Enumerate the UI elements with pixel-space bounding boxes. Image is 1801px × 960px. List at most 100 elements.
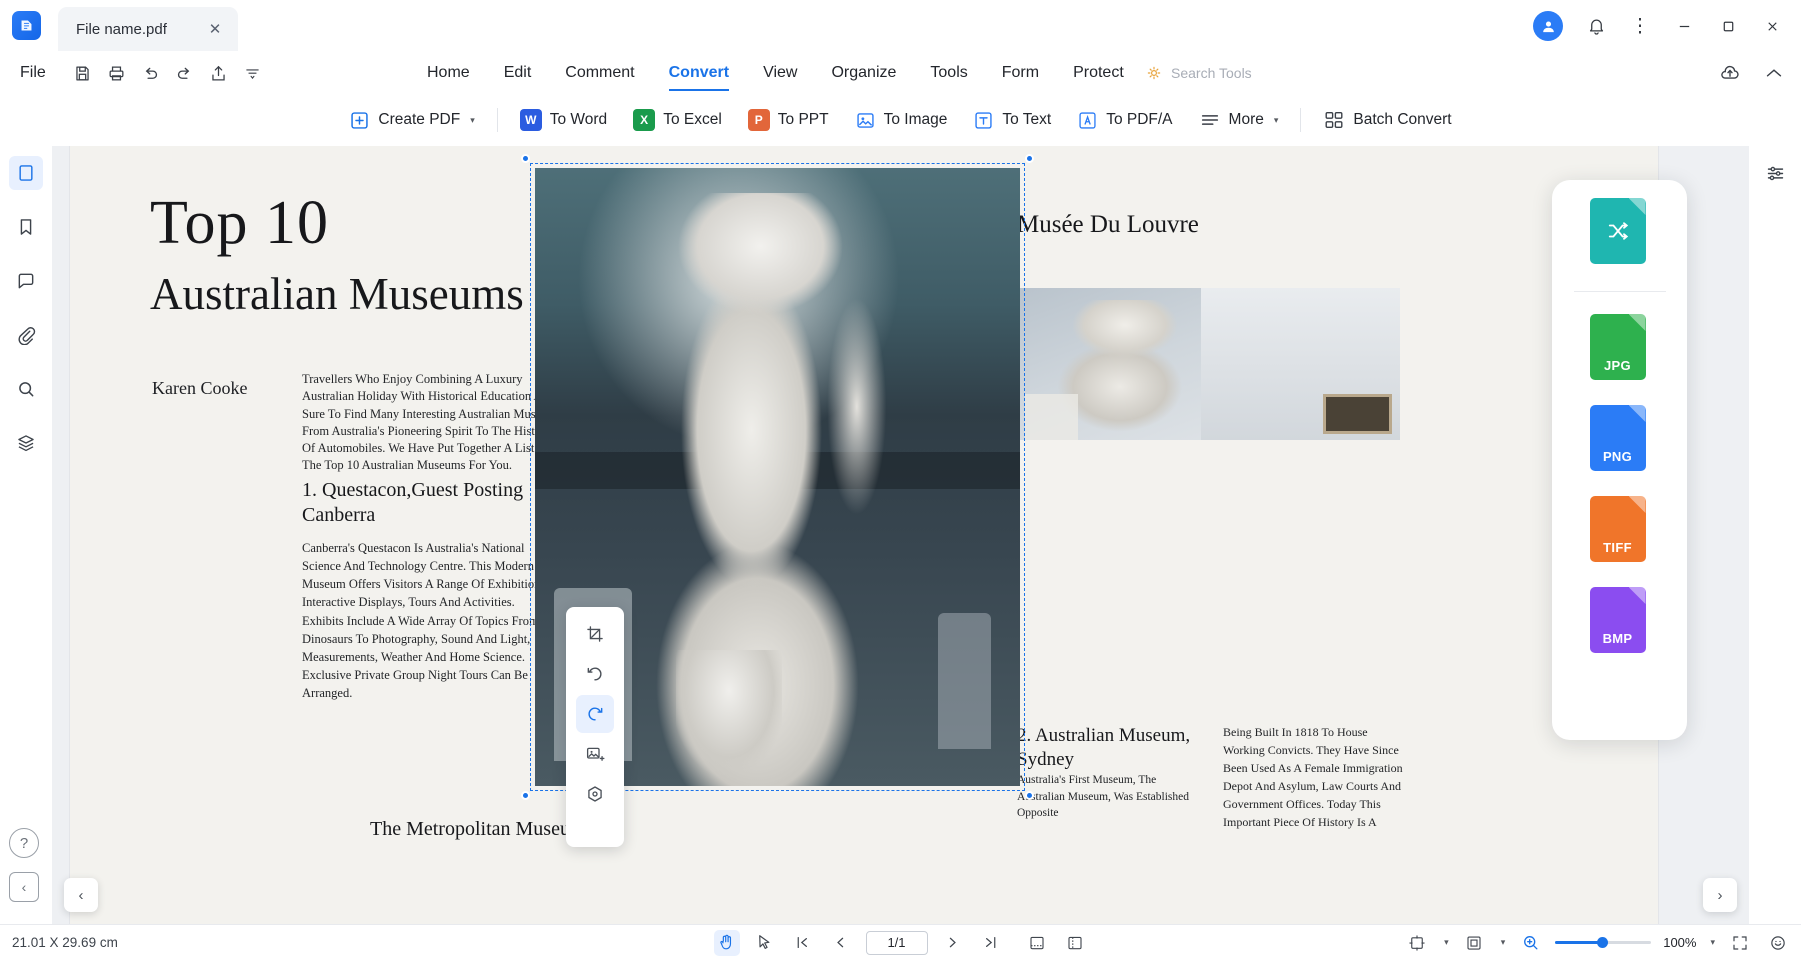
rotate-right-icon[interactable] [576,695,614,733]
batch-convert-button[interactable]: Batch Convert [1310,101,1464,139]
bmp-label: BMP [1602,631,1633,646]
rotate-left-icon[interactable] [576,655,614,693]
search-tools-input[interactable]: Search Tools [1171,65,1252,81]
last-page-icon[interactable] [978,930,1004,956]
jpg-icon-shape: JPG [1589,314,1646,380]
collapse-ribbon-icon[interactable] [1759,58,1789,88]
resize-handle-bottom-left[interactable] [521,791,530,800]
more-button[interactable]: More ▾ [1186,101,1292,139]
redo-icon[interactable] [170,58,200,88]
document-tab[interactable]: File name.pdf ✕ [58,7,238,51]
hand-tool-icon[interactable] [713,929,740,956]
thumbnails-icon[interactable] [9,156,43,190]
to-word-button[interactable]: W To Word [507,101,620,139]
avatar[interactable] [1533,11,1563,41]
menu-item-form[interactable]: Form [985,52,1056,94]
zoom-slider-handle[interactable] [1597,937,1609,948]
to-excel-button[interactable]: X To Excel [620,101,735,139]
menu-item-organize[interactable]: Organize [814,52,913,94]
maximize-button[interactable] [1707,5,1749,47]
pdf-page[interactable]: Top 10 Australian Museums Karen Cooke Tr… [70,146,1658,932]
chevron-down-icon[interactable]: ▾ [1501,937,1506,948]
jpg-file-icon[interactable]: JPG [1589,314,1650,380]
replace-image-icon[interactable] [576,735,614,773]
bmp-file-icon[interactable]: BMP [1589,587,1650,653]
search-icon[interactable] [9,372,43,406]
to-excel-label: To Excel [663,111,722,128]
cloud-upload-icon[interactable] [1715,58,1745,88]
zoom-value[interactable]: 100% [1663,935,1696,950]
png-file-icon[interactable]: PNG [1589,405,1650,471]
page-fit-icon[interactable] [1461,930,1487,956]
comment-icon[interactable] [9,264,43,298]
page-secondary-image[interactable] [1017,288,1400,440]
resize-handle-top-right[interactable] [1025,154,1034,163]
next-page-arrow[interactable]: › [1703,878,1737,912]
app-logo-icon [11,10,41,40]
page-column3-heading-2: 2. Australian Museum, Sydney [1017,725,1191,770]
document-tab-label: File name.pdf [76,20,167,38]
create-pdf-button[interactable]: Create PDF ▾ [336,101,487,139]
collapse-sidebar-icon[interactable]: ‹ [9,872,39,902]
to-text-button[interactable]: To Text [960,101,1064,139]
zoom-slider[interactable] [1555,937,1652,948]
chevron-down-icon[interactable]: ▾ [1444,937,1449,948]
page-layout-icon[interactable] [1404,930,1430,956]
page-number-input[interactable]: 1/1 [865,930,928,955]
help-icon[interactable]: ? [9,828,39,858]
menu-bar: File Home Edit Comment Convert View Orga… [0,52,1801,94]
tiff-file-icon[interactable]: TIFF [1589,496,1650,562]
menu-item-edit[interactable]: Edit [487,52,549,94]
jpg-label: JPG [1604,358,1631,373]
menu-item-convert[interactable]: Convert [652,52,746,94]
page-subtitle: Australian Museums [150,269,524,319]
search-tools[interactable]: Search Tools [1145,52,1252,94]
document-canvas[interactable]: Top 10 Australian Museums Karen Cooke Tr… [52,146,1749,932]
more-options-icon[interactable]: ⋮ [1619,5,1661,47]
properties-sliders-icon[interactable] [1758,156,1792,190]
to-pdfa-button[interactable]: To PDF/A [1064,101,1185,139]
close-button[interactable] [1751,5,1793,47]
save-icon[interactable] [68,58,98,88]
file-fold [1628,496,1646,513]
page-author: Karen Cooke [152,378,248,398]
file-menu-button[interactable]: File [10,60,56,86]
bookmark-icon[interactable] [9,210,43,244]
menu-item-protect[interactable]: Protect [1056,52,1141,94]
to-ppt-button[interactable]: P To PPT [735,101,842,139]
close-icon[interactable]: ✕ [204,18,226,40]
image-icon [855,110,876,131]
attachment-icon[interactable] [9,318,43,352]
select-tool-icon[interactable] [752,930,778,956]
word-icon: W [519,109,542,131]
menu-item-view[interactable]: View [746,52,814,94]
print-icon[interactable] [102,58,132,88]
menu-item-tools[interactable]: Tools [913,52,984,94]
undo-icon[interactable] [136,58,166,88]
read-mode-icon[interactable] [1765,930,1791,956]
extract-image-icon[interactable] [576,775,614,813]
more-dropdown-icon[interactable] [238,58,268,88]
minimize-button[interactable] [1663,5,1705,47]
window-controls: ⋮ [1533,0,1801,52]
prev-page-arrow[interactable]: ‹ [64,878,98,912]
share-icon[interactable] [204,58,234,88]
prev-page-icon[interactable] [828,930,854,956]
convert-shuffle-icon[interactable] [1589,198,1650,264]
page-heading-1: 1. Questacon,Guest Posting Canberra [302,479,524,526]
resize-handle-top-left[interactable] [521,154,530,163]
notification-bell-icon[interactable] [1575,5,1617,47]
menu-item-comment[interactable]: Comment [548,52,651,94]
fullscreen-icon[interactable] [1727,930,1753,956]
next-page-icon[interactable] [940,930,966,956]
menu-item-home[interactable]: Home [410,52,487,94]
to-image-button[interactable]: To Image [842,101,961,139]
single-page-icon[interactable] [1024,930,1050,956]
first-page-icon[interactable] [790,930,816,956]
layers-icon[interactable] [9,426,43,460]
chevron-down-icon[interactable]: ▾ [1710,937,1715,948]
zoom-in-icon[interactable] [1517,930,1543,956]
page-image-caption: The Metropolitan Museum [370,818,586,840]
continuous-page-icon[interactable] [1062,930,1088,956]
crop-icon[interactable] [576,615,614,653]
